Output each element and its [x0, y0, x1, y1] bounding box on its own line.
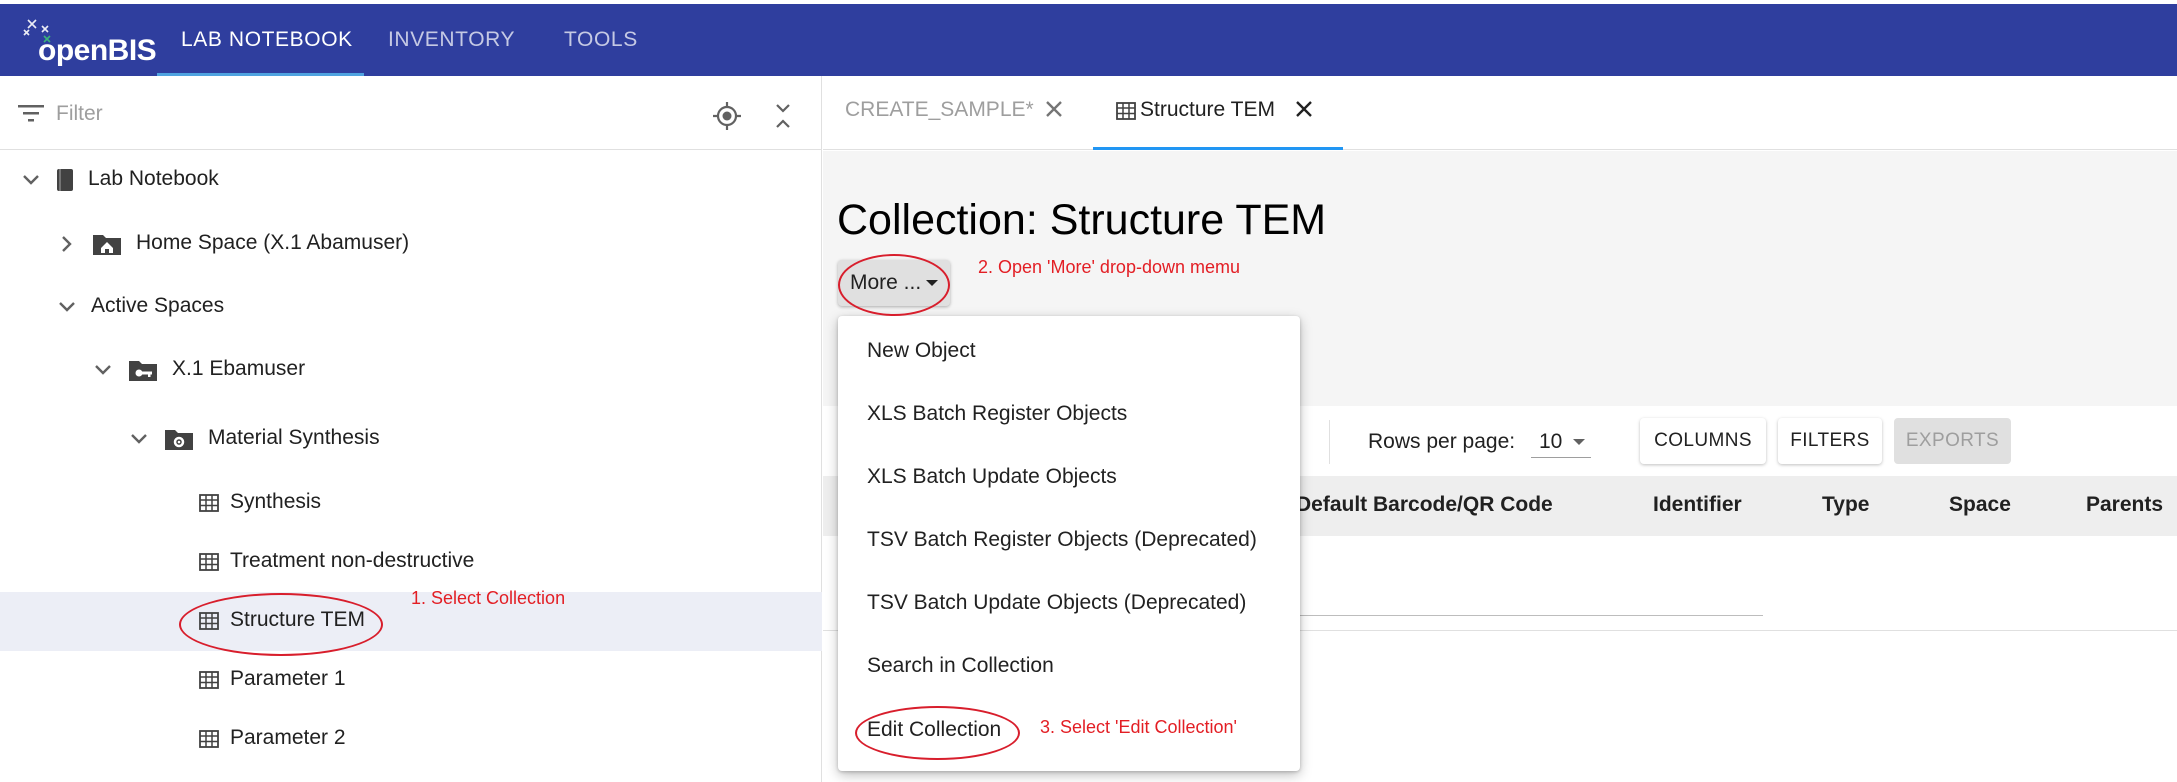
tree-item-lab-notebook[interactable]: Lab Notebook	[0, 151, 822, 210]
table-icon	[199, 671, 219, 689]
column-header-space[interactable]: Space	[1949, 493, 2011, 517]
column-header-identifier[interactable]: Identifier	[1653, 493, 1742, 517]
nav-tab-tools[interactable]: TOOLS	[540, 4, 662, 76]
tree-item-synthesis[interactable]: Synthesis	[0, 474, 822, 533]
tree-item-label: Home Space (X.1 Abamuser)	[136, 231, 410, 254]
close-icon[interactable]	[1293, 98, 1315, 120]
caret-down-icon	[1573, 439, 1585, 445]
tree-item-label: Parameter 2	[230, 726, 346, 749]
tree-item-label: Lab Notebook	[88, 167, 219, 190]
chevron-down-icon[interactable]	[128, 428, 150, 450]
menu-item-tsv-batch-update[interactable]: TSV Batch Update Objects (Deprecated)	[867, 591, 1246, 615]
logo-text: openBIS	[38, 34, 157, 67]
openbis-logo[interactable]: openBIS	[22, 16, 157, 68]
tab-create-sample-label: CREATE_SAMPLE*	[845, 98, 1034, 121]
toolbar-divider	[1329, 420, 1330, 464]
annotation-ellipse-more-button	[838, 254, 950, 316]
chevron-down-icon[interactable]	[56, 296, 78, 318]
tree-item-label: Material Synthesis	[208, 426, 380, 449]
tree-item-label: Parameter 1	[230, 667, 346, 690]
chevron-right-icon[interactable]	[56, 233, 78, 255]
gear-folder-icon	[165, 430, 193, 450]
filter-icon	[18, 105, 44, 122]
exports-button: EXPORTS	[1894, 418, 2011, 464]
tree-item-home-space[interactable]: Home Space (X.1 Abamuser)	[0, 215, 822, 274]
close-icon[interactable]	[1043, 98, 1065, 120]
notebook-icon	[57, 169, 73, 191]
column-header-type[interactable]: Type	[1822, 493, 1869, 517]
filters-button[interactable]: FILTERS	[1778, 418, 1882, 464]
tree-item-parameter-1[interactable]: Parameter 1	[0, 651, 822, 710]
nav-tab-lab-notebook[interactable]: LAB NOTEBOOK	[157, 4, 377, 76]
annotation-step-2: 2. Open 'More' drop-down memu	[978, 257, 1240, 277]
rows-per-page-select[interactable]: 10	[1531, 424, 1591, 458]
tree-item-treatment-non-destructive[interactable]: Treatment non-destructive	[0, 533, 822, 592]
tree-item-x1-ebamuser[interactable]: X.1 Ebamuser	[0, 341, 822, 400]
tree-item-label: Synthesis	[230, 490, 322, 513]
tree-item-parameter-2[interactable]: Parameter 2	[0, 710, 822, 769]
sidebar: Lab Notebook Home Space (X.1 Abamuser) A…	[0, 76, 822, 782]
active-tab-indicator	[1093, 147, 1343, 150]
page-title: Collection: Structure TEM	[837, 196, 1327, 244]
menu-item-new-object[interactable]: New Object	[867, 339, 976, 363]
tab-structure-tem-label[interactable]: Structure TEM	[1140, 98, 1275, 122]
annotation-step-1: 1. Select Collection	[411, 588, 566, 608]
menu-item-search-in-collection[interactable]: Search in Collection	[867, 654, 1054, 678]
home-folder-icon	[93, 235, 121, 255]
menu-item-tsv-batch-register[interactable]: TSV Batch Register Objects (Deprecated)	[867, 528, 1257, 552]
document-tabs: CREATE_SAMPLE* Structure TEM	[823, 76, 2177, 150]
locate-icon[interactable]	[712, 101, 742, 131]
filter-input[interactable]	[56, 100, 656, 128]
menu-item-xls-batch-update[interactable]: XLS Batch Update Objects	[867, 465, 1117, 489]
annotation-step-3: 3. Select 'Edit Collection'	[1040, 717, 1237, 737]
tree-item-active-spaces[interactable]: Active Spaces	[0, 278, 822, 337]
tree-item-label: X.1 Ebamuser	[172, 357, 306, 380]
column-header-barcode[interactable]: Default Barcode/QR Code	[1296, 493, 1553, 517]
table-empty-row-line	[1293, 615, 1763, 616]
rows-per-page-label: Rows per page:	[1368, 430, 1516, 453]
chevron-down-icon[interactable]	[20, 169, 42, 191]
collapse-all-icon[interactable]	[772, 101, 794, 131]
annotation-ellipse-select-collection	[179, 593, 383, 656]
tree-item-label: Active Spaces	[91, 294, 225, 317]
filter-bar	[0, 76, 822, 150]
nav-tab-inventory[interactable]: INVENTORY	[364, 4, 539, 76]
column-header-parents[interactable]: Parents	[2086, 493, 2163, 517]
menu-item-xls-batch-register[interactable]: XLS Batch Register Objects	[867, 402, 1127, 426]
chevron-down-icon[interactable]	[92, 359, 114, 381]
table-icon	[1116, 102, 1136, 120]
more-dropdown-menu: New Object XLS Batch Register Objects XL…	[838, 316, 1300, 771]
annotation-ellipse-edit-collection	[855, 706, 1020, 760]
key-folder-icon	[129, 361, 157, 381]
table-icon	[199, 553, 219, 571]
top-app-bar: openBIS LAB NOTEBOOK INVENTORY TOOLS	[0, 4, 2177, 76]
rows-per-page-value: 10	[1539, 430, 1563, 453]
table-icon	[199, 730, 219, 748]
tree-item-material-synthesis[interactable]: Material Synthesis	[0, 410, 822, 469]
tree-item-label: Treatment non-destructive	[230, 549, 475, 572]
table-icon	[199, 494, 219, 512]
columns-button[interactable]: COLUMNS	[1640, 418, 1766, 464]
